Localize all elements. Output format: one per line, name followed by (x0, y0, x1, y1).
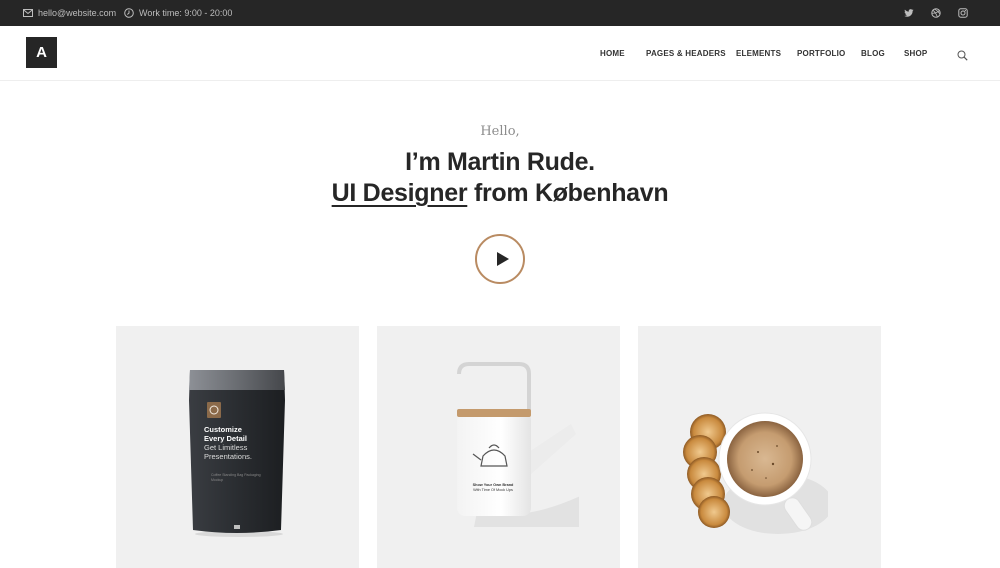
kettle-line-2: With Time Of Mock Ups (473, 488, 513, 492)
pouch-line-3: Get Limitless (204, 443, 248, 452)
twitter-icon[interactable] (904, 8, 914, 18)
contact-email[interactable]: hello@website.com (23, 0, 116, 26)
hero-location: from København (473, 179, 669, 207)
pouch-line-2: Every Detail (204, 434, 247, 443)
coffee-bag-label: Customize Every Detail Get Limitless Pre… (204, 425, 252, 461)
instagram-icon[interactable] (958, 8, 968, 18)
nav-shop[interactable]: SHOP (904, 49, 927, 58)
coffee-cup-image (683, 412, 828, 534)
search-icon[interactable] (957, 48, 968, 61)
portfolio-item-coffee-bag[interactable]: Customize Every Detail Get Limitless Pre… (116, 326, 359, 568)
site-header: A HOME PAGES & HEADERS ELEMENTS PORTFOLI… (0, 26, 1000, 81)
mail-icon (23, 8, 33, 18)
portfolio-item-coffee-cup[interactable] (638, 326, 881, 568)
email-text[interactable]: hello@website.com (38, 8, 116, 18)
nav-home[interactable]: HOME (600, 49, 625, 58)
hero-name: I’m Martin Rude. (405, 148, 595, 176)
social-links (904, 0, 968, 26)
work-time: Work time: 9:00 - 20:00 (124, 0, 232, 26)
hero-role-link[interactable]: UI Designer (332, 179, 468, 207)
hero-greeting: Hello, (480, 124, 520, 139)
nav-blog[interactable]: BLOG (861, 49, 885, 58)
play-video-button[interactable] (475, 234, 525, 284)
work-time-text: Work time: 9:00 - 20:00 (139, 8, 233, 18)
pouch-small-text: Coffee Standing Bag Packaging Mockup (211, 473, 261, 482)
hero-subtitle: UI Designer from København (0, 179, 1000, 208)
site-logo[interactable]: A (26, 37, 57, 68)
top-bar: hello@website.com Work time: 9:00 - 20:0… (0, 0, 1000, 26)
dribbble-icon[interactable] (931, 8, 941, 18)
portfolio-item-kettle[interactable]: Show Your Own Brand With Time Of Mock Up… (377, 326, 620, 568)
nav-pages-headers[interactable]: PAGES & HEADERS (646, 49, 726, 58)
kettle-label: Show Your Own Brand With Time Of Mock Up… (462, 483, 524, 493)
kettle-image (457, 362, 579, 527)
nav-portfolio[interactable]: PORTFOLIO (797, 49, 845, 58)
nav-elements[interactable]: ELEMENTS (736, 49, 781, 58)
pouch-line-1: Customize (204, 425, 242, 434)
clock-icon (124, 8, 134, 18)
pouch-line-4: Presentations. (204, 452, 252, 461)
